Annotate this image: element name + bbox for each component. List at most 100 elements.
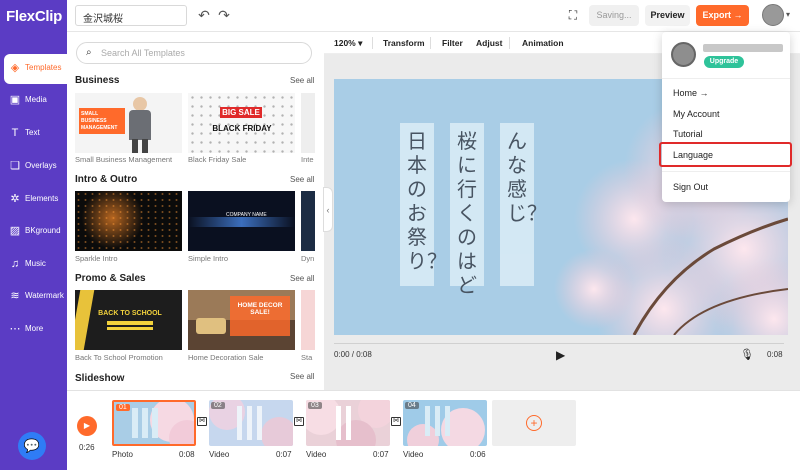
clip-type: Photo — [112, 450, 133, 459]
clip-number: 02 — [211, 402, 225, 409]
menu-item-home[interactable]: Home → — [673, 88, 709, 98]
template-thumb-partial[interactable] — [301, 290, 315, 350]
zoom-select[interactable]: 120% ▾ — [334, 38, 362, 49]
clip-type: Video — [209, 450, 230, 459]
play-icon[interactable]: ▶ — [556, 348, 565, 362]
chevron-down-icon[interactable]: ▾ — [786, 10, 790, 19]
template-caption: Simple Intro — [188, 254, 229, 263]
canvas-text-column[interactable]: 日本のお祭り？ — [400, 123, 447, 286]
clip-number: 01 — [116, 404, 130, 411]
nav-item-bkground[interactable]: ▨ BKground — [0, 217, 67, 247]
collapse-panel-icon[interactable]: ‹ — [323, 187, 333, 232]
transition-icon[interactable]: ⋈ — [391, 417, 401, 426]
see-all-link[interactable]: See all — [290, 76, 314, 85]
divider — [372, 37, 373, 49]
background-icon: ▨ — [9, 225, 21, 237]
nav-item-label: Music — [25, 259, 46, 268]
template-thumb-sparkle-intro[interactable] — [75, 191, 182, 251]
timeline-clip[interactable]: 03 — [306, 400, 390, 446]
project-name-input[interactable]: 金沢城桜 — [75, 5, 187, 26]
thumb-text: SMALL BUSINESS MANAGEMENT — [79, 108, 125, 134]
chat-icon[interactable]: 💬 — [18, 432, 46, 460]
timeline-clip[interactable]: 01 — [112, 400, 196, 446]
nav-item-media[interactable]: ▣ Media — [0, 86, 67, 116]
preview-button[interactable]: Preview — [645, 5, 690, 26]
fullscreen-icon[interactable]: ⛶ — [566, 8, 580, 22]
nav-item-label: Overlays — [25, 161, 57, 170]
filter-button[interactable]: Filter — [442, 38, 463, 48]
microphone-icon[interactable]: 🎙 — [740, 348, 754, 361]
transition-icon[interactable]: ⋈ — [294, 417, 304, 426]
left-nav: ◈ Templates ▣ Media T Text ❏ Overlays ✲ … — [0, 32, 67, 470]
timeline-play-button[interactable]: ▶ — [77, 416, 97, 436]
search-input[interactable]: ⌕ Search All Templates — [76, 42, 312, 64]
template-thumb-small-business[interactable]: SMALL BUSINESS MANAGEMENT — [75, 93, 182, 153]
template-thumb-simple-intro[interactable]: COMPANY NAME — [188, 191, 295, 251]
adjust-button[interactable]: Adjust — [476, 38, 502, 48]
music-icon: ♫ — [10, 258, 20, 270]
timeline-clip[interactable]: 04 — [403, 400, 487, 446]
divider — [509, 37, 510, 49]
logo-text: FlexClip — [6, 8, 62, 25]
menu-item-sign-out[interactable]: Sign Out — [673, 182, 708, 192]
see-all-link[interactable]: See all — [290, 274, 314, 283]
template-thumb-partial[interactable] — [301, 191, 315, 251]
upgrade-button[interactable]: Upgrade — [704, 56, 744, 68]
template-caption: Inte — [301, 155, 314, 164]
template-caption: Sparkle Intro — [75, 254, 118, 263]
user-menu: Upgrade Home → My Account Tutorial Langu… — [662, 32, 790, 202]
template-caption: Back To School Promotion — [75, 353, 163, 362]
saving-button[interactable]: Saving... — [589, 5, 639, 26]
nav-item-templates[interactable]: ◈ Templates — [4, 54, 67, 84]
transition-icon[interactable]: ⋈ — [197, 417, 207, 426]
export-button[interactable]: Export → — [696, 5, 749, 26]
menu-item-tutorial[interactable]: Tutorial — [673, 129, 703, 139]
search-placeholder: Search All Templates — [101, 48, 185, 58]
nav-item-label: Media — [25, 95, 47, 104]
nav-item-watermark[interactable]: ≋ Watermark — [0, 282, 67, 312]
current-time: 0:00 / 0:08 — [334, 350, 372, 359]
plus-icon: + — [526, 415, 542, 431]
thumb-text: BIG SALE — [220, 107, 262, 118]
thumb-text: COMPANY NAME — [226, 212, 267, 218]
more-icon: ⋯ — [9, 323, 21, 335]
clip-duration: 0:08 — [179, 450, 195, 459]
section-title: Intro & Outro — [75, 174, 138, 185]
nav-item-elements[interactable]: ✲ Elements — [0, 185, 67, 215]
canvas-text-column[interactable]: んな感じ？ — [500, 123, 547, 286]
transform-button[interactable]: Transform — [383, 38, 425, 48]
scrubber[interactable] — [334, 343, 784, 344]
see-all-link[interactable]: See all — [290, 372, 314, 381]
avatar — [671, 42, 696, 67]
redo-icon[interactable]: ↷ — [216, 7, 232, 23]
template-caption: Sta — [301, 353, 313, 362]
templates-panel: ⌕ Search All Templates Business See all … — [67, 32, 323, 390]
see-all-link[interactable]: See all — [290, 175, 314, 184]
username-redacted — [703, 44, 783, 52]
thumb-text: HOME DECOR SALE! — [230, 296, 290, 336]
undo-icon[interactable]: ↶ — [196, 7, 212, 23]
template-caption: Small Business Management — [75, 155, 173, 164]
nav-item-overlays[interactable]: ❏ Overlays — [0, 152, 67, 182]
divider — [662, 171, 790, 172]
clip-duration: 0:07 — [276, 450, 292, 459]
logo[interactable]: FlexClip — [0, 0, 67, 32]
nav-item-label: BKground — [25, 226, 61, 235]
add-clip-button[interactable]: + — [492, 400, 576, 446]
clip-type: Video — [306, 450, 327, 459]
section-title: Promo & Sales — [75, 273, 146, 284]
divider — [430, 37, 431, 49]
template-thumb-back-to-school[interactable]: BACK TO SCHOOL — [75, 290, 182, 350]
nav-item-more[interactable]: ⋯ More — [0, 315, 67, 345]
clip-duration: 0:07 — [373, 450, 389, 459]
nav-item-text[interactable]: T Text — [0, 119, 67, 149]
template-thumb-black-friday[interactable]: BIG SALE BLACK FRIDAY — [188, 93, 295, 153]
template-thumb-home-decoration[interactable]: HOME DECOR SALE! — [188, 290, 295, 350]
template-thumb-partial[interactable] — [301, 93, 315, 153]
nav-item-music[interactable]: ♫ Music — [0, 250, 67, 280]
canvas-text-column[interactable]: 桜に行くのはど — [450, 123, 484, 297]
menu-item-my-account[interactable]: My Account — [673, 109, 720, 119]
timeline-clip[interactable]: 02 — [209, 400, 293, 446]
avatar[interactable] — [762, 4, 784, 26]
animation-button[interactable]: Animation — [522, 38, 564, 48]
